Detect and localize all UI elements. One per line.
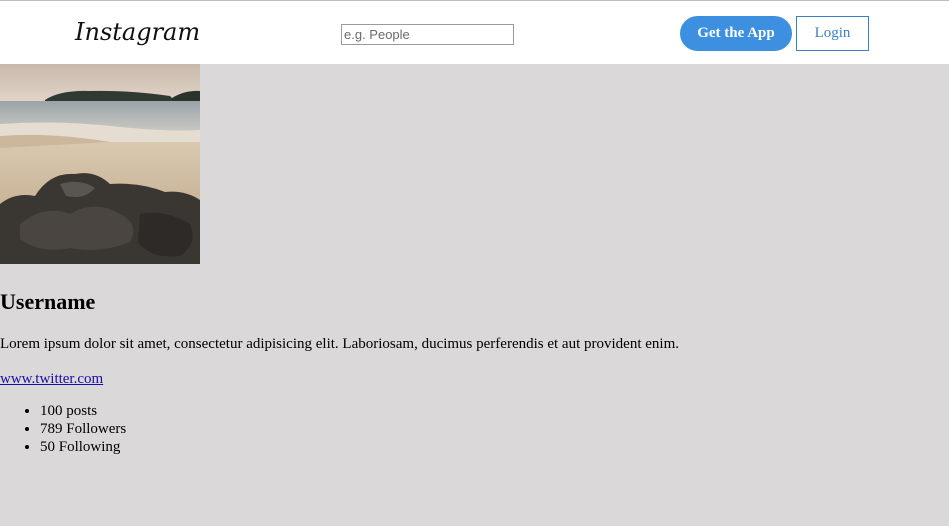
- profile-bio: Lorem ipsum dolor sit amet, consectetur …: [0, 336, 679, 352]
- search-input[interactable]: [341, 24, 514, 45]
- stat-followers: 789 Followers: [40, 420, 949, 438]
- website-link[interactable]: www.twitter.com: [0, 369, 949, 389]
- top-nav: Instagram Get the App Login: [0, 4, 949, 64]
- stat-posts: 100 posts: [40, 402, 949, 420]
- instagram-logo[interactable]: Instagram: [75, 18, 200, 46]
- get-the-app-button[interactable]: Get the App: [680, 16, 792, 51]
- username-heading: Username: [0, 289, 96, 314]
- stat-following: 50 Following: [40, 438, 949, 456]
- profile-photo: [0, 64, 200, 264]
- profile-section: Username Lorem ipsum dolor sit amet, con…: [0, 64, 949, 456]
- stats-list: 100 posts 789 Followers 50 Following: [0, 402, 949, 456]
- login-button[interactable]: Login: [796, 16, 869, 51]
